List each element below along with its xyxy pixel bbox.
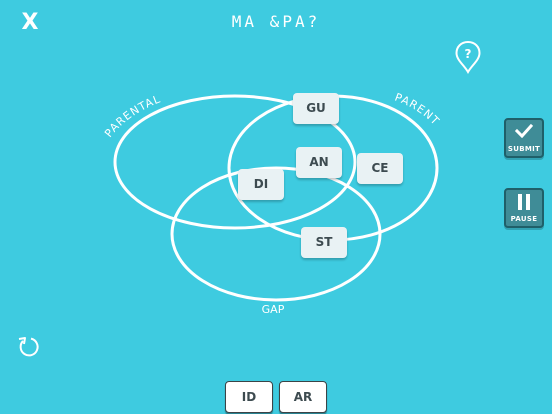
submit-label: SUBMIT xyxy=(507,145,541,153)
circle-label-parental: PARENTAL xyxy=(102,92,162,140)
tile-di[interactable]: DI xyxy=(238,169,284,200)
circle-label-gap: GAP xyxy=(262,303,285,316)
tile-ce[interactable]: CE xyxy=(357,153,403,184)
pause-button[interactable]: PAUSE xyxy=(504,188,544,228)
submit-button[interactable]: SUBMIT xyxy=(504,118,544,158)
tray-tile-ar[interactable]: AR xyxy=(279,381,327,413)
tile-gu[interactable]: GU xyxy=(293,93,339,124)
venn-diagram: PARENTAL PARENT GAP xyxy=(102,91,442,316)
tile-an[interactable]: AN xyxy=(296,147,342,178)
checkmark-icon xyxy=(515,124,533,138)
undo-arrow-icon[interactable] xyxy=(16,334,42,360)
circle-label-parent: PARENT xyxy=(393,91,442,128)
tile-st[interactable]: ST xyxy=(301,227,347,258)
pause-label: PAUSE xyxy=(510,215,538,223)
pause-icon xyxy=(518,194,530,210)
tray-tile-id[interactable]: ID xyxy=(225,381,273,413)
